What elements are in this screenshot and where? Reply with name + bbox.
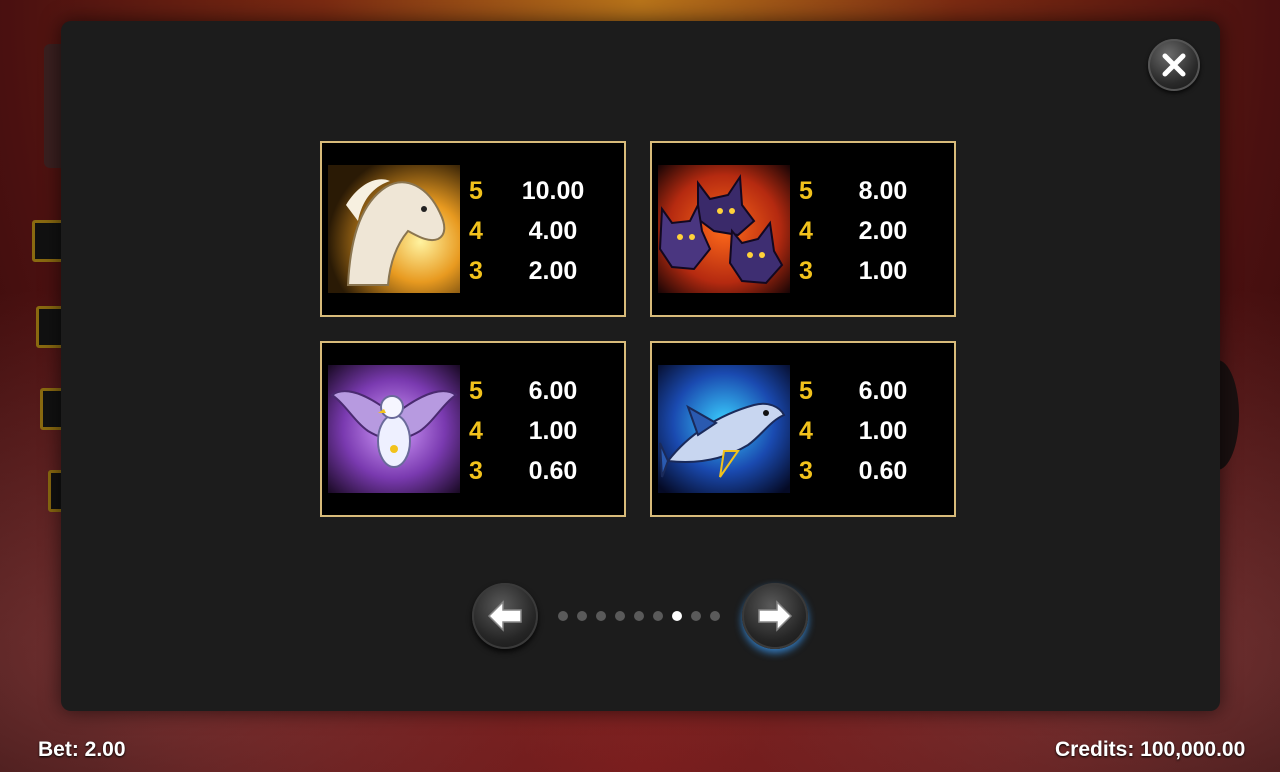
page-dot[interactable] bbox=[691, 611, 701, 621]
page-dot[interactable] bbox=[710, 611, 720, 621]
pay-row: 3 1.00 bbox=[798, 257, 948, 293]
page-dot[interactable] bbox=[634, 611, 644, 621]
payout-value: 2.00 bbox=[528, 257, 578, 285]
symbol-count: 3 bbox=[799, 257, 813, 285]
symbol-count: 5 bbox=[469, 377, 483, 405]
paytable-card-cerberus: 5 8.00 4 2.00 3 1.00 bbox=[650, 141, 956, 317]
pay-row: 3 0.60 bbox=[798, 457, 948, 493]
pay-row: 4 4.00 bbox=[468, 217, 618, 253]
page-dot[interactable] bbox=[558, 611, 568, 621]
symbol-count: 4 bbox=[799, 417, 813, 445]
payout-value: 6.00 bbox=[528, 377, 578, 405]
payout-value: 0.60 bbox=[528, 457, 578, 485]
pay-row: 3 2.00 bbox=[468, 257, 618, 293]
pay-row: 5 8.00 bbox=[798, 177, 948, 213]
shark-symbol-icon bbox=[658, 365, 790, 493]
arrow-left-icon bbox=[487, 600, 522, 632]
bet-display: Bet: 2.00 bbox=[38, 738, 126, 761]
pay-row: 4 1.00 bbox=[468, 417, 618, 453]
pay-row: 4 1.00 bbox=[798, 417, 948, 453]
symbol-count: 4 bbox=[469, 417, 483, 445]
prev-page-button[interactable] bbox=[472, 583, 538, 649]
payout-value: 4.00 bbox=[528, 217, 578, 245]
close-button[interactable] bbox=[1148, 39, 1200, 91]
symbol-count: 4 bbox=[799, 217, 813, 245]
paytable-dialog bbox=[61, 21, 1220, 711]
cerberus-symbol-icon bbox=[658, 165, 790, 293]
symbol-count: 3 bbox=[799, 457, 813, 485]
payout-value: 1.00 bbox=[858, 257, 908, 285]
payout-value: 1.00 bbox=[528, 417, 578, 445]
symbol-count: 5 bbox=[799, 377, 813, 405]
symbol-count: 3 bbox=[469, 457, 483, 485]
symbol-count: 5 bbox=[469, 177, 483, 205]
payout-value: 8.00 bbox=[858, 177, 908, 205]
page-dot[interactable] bbox=[672, 611, 682, 621]
page-dot[interactable] bbox=[577, 611, 587, 621]
next-page-button[interactable] bbox=[742, 583, 808, 649]
arrow-right-icon bbox=[758, 600, 793, 632]
eagle-symbol-icon bbox=[328, 365, 460, 493]
pay-row: 5 6.00 bbox=[798, 377, 948, 413]
payout-value: 1.00 bbox=[858, 417, 908, 445]
pay-row: 4 2.00 bbox=[798, 217, 948, 253]
background-slot-frame bbox=[32, 220, 64, 262]
symbol-count: 3 bbox=[469, 257, 483, 285]
symbol-count: 4 bbox=[469, 217, 483, 245]
pay-row: 5 10.00 bbox=[468, 177, 618, 213]
page-dot[interactable] bbox=[615, 611, 625, 621]
paytable-card-pegasus: 5 10.00 4 4.00 3 2.00 bbox=[320, 141, 626, 317]
credits-display: Credits: 100,000.00 bbox=[1055, 738, 1246, 761]
payout-value: 2.00 bbox=[858, 217, 908, 245]
page-dot[interactable] bbox=[653, 611, 663, 621]
payout-value: 6.00 bbox=[858, 377, 908, 405]
symbol-count: 5 bbox=[799, 177, 813, 205]
close-icon bbox=[1162, 53, 1186, 77]
page-dot[interactable] bbox=[596, 611, 606, 621]
pay-row: 5 6.00 bbox=[468, 377, 618, 413]
payout-value: 0.60 bbox=[858, 457, 908, 485]
paytable-card-shark: 5 6.00 4 1.00 3 0.60 bbox=[650, 341, 956, 517]
payout-value: 10.00 bbox=[521, 177, 585, 205]
pegasus-symbol-icon bbox=[328, 165, 460, 293]
pay-row: 3 0.60 bbox=[468, 457, 618, 493]
page-indicator bbox=[558, 610, 723, 622]
paytable-card-eagle: 5 6.00 4 1.00 3 0.60 bbox=[320, 341, 626, 517]
